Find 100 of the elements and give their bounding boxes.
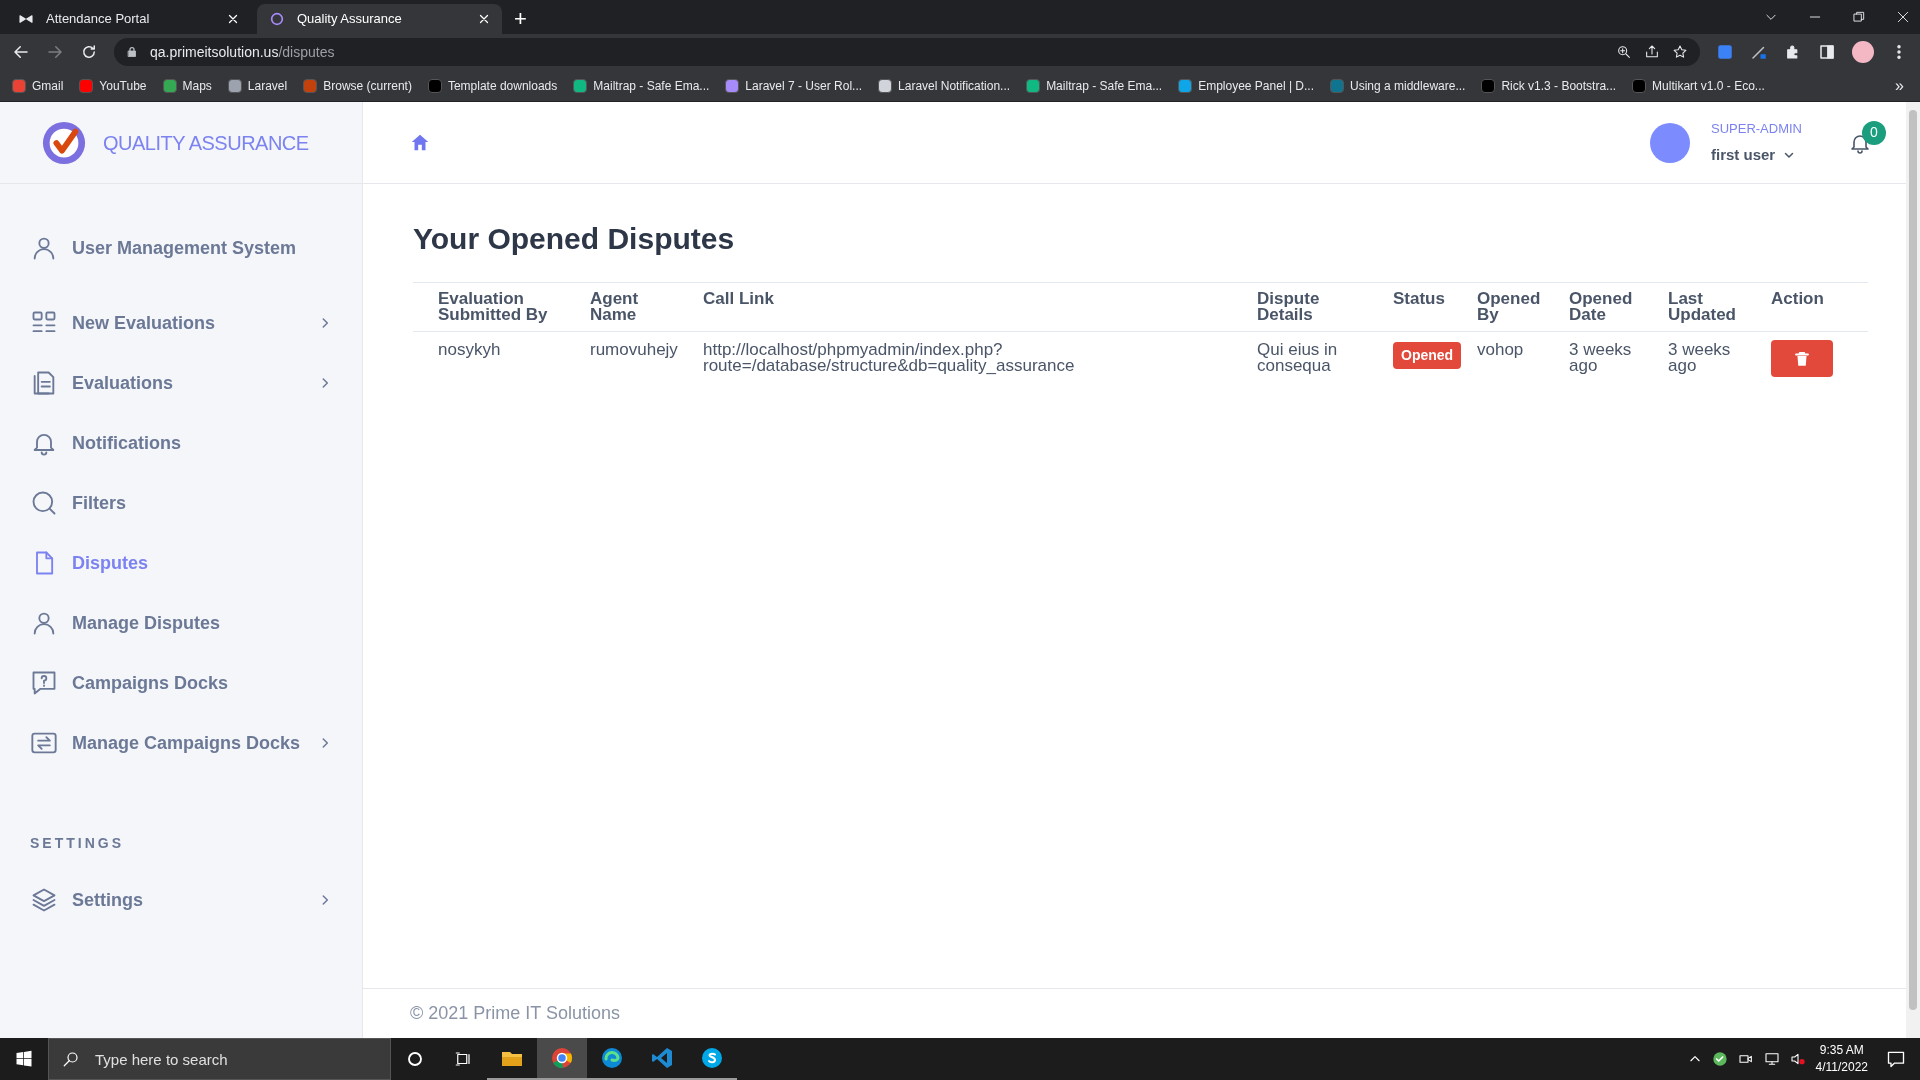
- bookmark[interactable]: Using a middleware...: [1330, 76, 1466, 95]
- sidebar-item[interactable]: Settings: [0, 880, 362, 920]
- address-bar[interactable]: qa.primeitsolution.us/disputes: [114, 38, 1700, 66]
- bookmark-icon: [1481, 78, 1496, 93]
- bookmark[interactable]: Laravel Notification...: [878, 76, 1011, 95]
- profile-avatar[interactable]: [1852, 41, 1874, 63]
- bookmark[interactable]: Mailtrap - Safe Ema...: [573, 76, 710, 95]
- browser-tab[interactable]: Attendance Portal: [6, 4, 251, 34]
- sidebar-item[interactable]: New Evaluations: [0, 303, 362, 343]
- bookmark-icon: [1632, 78, 1647, 93]
- side-panel-icon[interactable]: [1818, 43, 1836, 61]
- column-header: Last Updated: [1668, 291, 1737, 323]
- swirl-icon: [600, 1046, 624, 1070]
- table-cell-text: http://localhost/phpmyadmin/index.php?route=/database/structure&db=quality_assurance: [703, 340, 1076, 374]
- bookmark[interactable]: Rick v1.3 - Bootstra...: [1481, 76, 1617, 95]
- bookmark-icon: [79, 78, 94, 93]
- muted-speaker-icon[interactable]: [1789, 1051, 1806, 1067]
- table-cell-text: rumovuhejy: [590, 340, 679, 358]
- trash-icon: [1793, 349, 1811, 368]
- bookmark-icon: [878, 78, 893, 93]
- bookmark[interactable]: YouTube: [79, 76, 147, 95]
- circle-icon: [406, 1050, 424, 1068]
- user-avatar: [1650, 122, 1690, 163]
- bookmark-icon: [12, 78, 26, 93]
- bookmark-icon: [1178, 78, 1193, 93]
- column-header: Call Link: [703, 291, 775, 307]
- search-icon: [62, 1050, 80, 1068]
- search-field[interactable]: Type here to search: [48, 1038, 391, 1080]
- page-title: Your Opened Disputes: [413, 224, 736, 254]
- share-icon[interactable]: [1644, 44, 1660, 60]
- sidebar-item[interactable]: Manage Disputes: [0, 603, 362, 643]
- logo-text: QUALITY ASSURANCE: [103, 130, 309, 156]
- status-badge: Opened: [1393, 342, 1462, 369]
- logo-icon: [269, 11, 285, 27]
- bookmark-icon: [573, 78, 588, 93]
- bookmark[interactable]: Multikart v1.0 - Eco...: [1632, 76, 1765, 95]
- browser-tab[interactable]: Quality Assurance: [257, 4, 502, 34]
- bookmark[interactable]: Template downloads: [427, 76, 558, 95]
- sidebar-item[interactable]: User Management System: [0, 228, 362, 268]
- question-chat-icon: [30, 669, 58, 697]
- column-header: Action: [1771, 291, 1825, 307]
- delete-button[interactable]: [1771, 340, 1833, 377]
- sidebar-item[interactable]: Notifications: [0, 423, 362, 463]
- sidebar-item[interactable]: Manage Campaigns Docks: [0, 723, 362, 763]
- browser-icon: [550, 1046, 574, 1070]
- new-tab-button[interactable]: +: [514, 8, 527, 30]
- column-header: Opened By: [1477, 291, 1542, 323]
- bookmark-icon: [162, 78, 177, 93]
- bookmark[interactable]: Laravel 7 - User Rol...: [725, 76, 863, 95]
- column-header: Status: [1393, 291, 1446, 307]
- star-icon[interactable]: [1672, 44, 1688, 60]
- bookmark[interactable]: Laravel: [227, 76, 288, 95]
- zoom-icon[interactable]: [1616, 44, 1632, 60]
- footer-text: © 2021 Prime IT Solutions: [410, 1002, 621, 1025]
- column-header: Evaluation Submitted By: [438, 291, 549, 323]
- table-cell-text: Qui eius in consequa: [1257, 340, 1339, 374]
- layers-icon: [30, 886, 58, 914]
- close-icon[interactable]: [1896, 10, 1910, 24]
- table-cell-text: 3 weeks ago: [1668, 340, 1732, 374]
- user-role: SUPER-ADMIN: [1711, 119, 1802, 138]
- bookmark[interactable]: Gmail: [12, 76, 64, 95]
- code-editor-icon: [650, 1046, 674, 1070]
- bookmark-icon: [725, 78, 740, 93]
- more-bookmarks-button[interactable]: »: [1895, 73, 1904, 98]
- windows-icon: [15, 1050, 33, 1068]
- column-header: Agent Name: [590, 291, 640, 323]
- scrollbar[interactable]: [1906, 102, 1920, 1038]
- notification-count: 0: [1862, 120, 1886, 145]
- search-icon: [30, 489, 58, 517]
- url-text: qa.primeitsolution.us/disputes: [150, 42, 336, 62]
- section-title: SETTINGS: [29, 834, 125, 853]
- bookmark-icon: [227, 78, 242, 93]
- bookmark-icon: [1026, 78, 1041, 93]
- bookmark-icon: [303, 78, 318, 93]
- sidebar-item[interactable]: Filters: [0, 483, 362, 523]
- chat-app-icon: [700, 1046, 724, 1070]
- notification-center-icon[interactable]: [1886, 1049, 1906, 1069]
- column-header: Dispute Details: [1257, 291, 1321, 323]
- column-header: Opened Date: [1569, 291, 1634, 323]
- table-cell-text: vohop: [1477, 340, 1525, 358]
- bookmark-icon: [427, 78, 442, 93]
- clock[interactable]: 9:35 AM 4/11/2022: [1815, 1042, 1868, 1076]
- lock-icon: [126, 46, 138, 58]
- forward-icon[interactable]: [46, 43, 64, 61]
- table-cell-text: 3 weeks ago: [1569, 340, 1633, 374]
- reload-icon[interactable]: [80, 43, 98, 61]
- back-icon[interactable]: [12, 43, 30, 61]
- bookmark[interactable]: Employee Panel | D...: [1178, 76, 1314, 95]
- bookmark-icon: [1330, 78, 1344, 93]
- logo-icon: [41, 119, 87, 166]
- restore-icon[interactable]: [1852, 10, 1866, 24]
- sidebar-item[interactable]: Campaigns Docks: [0, 663, 362, 703]
- task-view-icon: [454, 1050, 472, 1068]
- table-cell-text: nosykyh: [438, 340, 502, 358]
- bookmark[interactable]: Browse (current): [303, 76, 412, 95]
- taskbar-app[interactable]: [537, 1038, 587, 1080]
- bookmark[interactable]: Maps: [162, 76, 212, 95]
- bookmark[interactable]: Mailtrap - Safe Ema...: [1026, 76, 1163, 95]
- user-menu[interactable]: first user: [1711, 144, 1802, 167]
- sidebar-item[interactable]: Evaluations: [0, 363, 362, 403]
